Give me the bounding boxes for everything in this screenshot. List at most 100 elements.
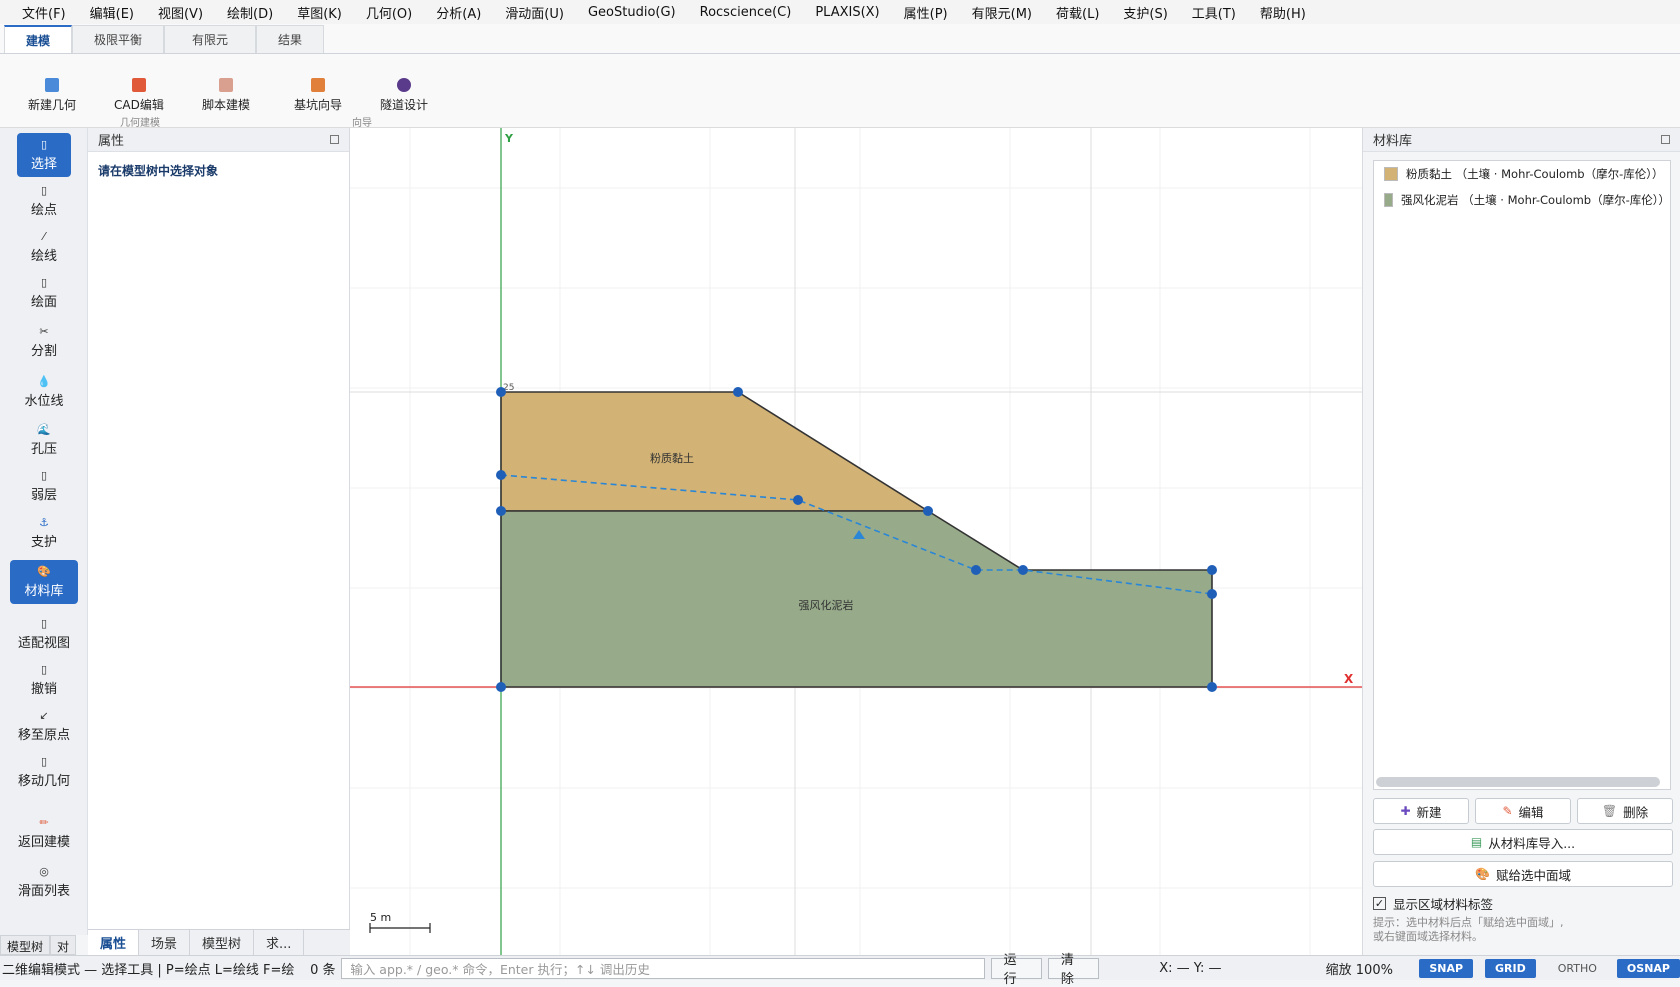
vertex[interactable] bbox=[793, 495, 803, 505]
tool-support[interactable]: ⚓ 支护 bbox=[8, 511, 80, 555]
tool-draw-point-label: 绘点 bbox=[30, 203, 57, 218]
tab-modeling[interactable]: 建模 bbox=[4, 25, 72, 53]
menu-tools[interactable]: 工具(T) bbox=[1180, 3, 1248, 22]
vertex[interactable] bbox=[1018, 565, 1028, 575]
new-geometry-button[interactable]: 新建几何 bbox=[28, 78, 76, 113]
tab-left-extra[interactable]: 对 bbox=[50, 935, 77, 955]
material-tip: 提示：选中材料后点「赋给选中面域」, 或右键面域选择材料。 bbox=[1373, 916, 1673, 944]
menu-rocscience[interactable]: Rocscience(C) bbox=[688, 5, 804, 20]
menu-loads[interactable]: 荷载(L) bbox=[1044, 3, 1111, 22]
tool-water-line[interactable]: 💧 水位线 bbox=[8, 370, 80, 414]
excavation-wizard-button[interactable]: 基坑向导 bbox=[294, 78, 342, 113]
tool-fit-view-label: 适配视图 bbox=[17, 636, 70, 651]
tool-move-to-origin[interactable]: ↙ 移至原点 bbox=[8, 704, 80, 748]
tool-return-modeling[interactable]: ✏ 返回建模 bbox=[8, 811, 80, 855]
pencil-icon: ✏ bbox=[39, 816, 49, 829]
drawing-canvas[interactable]: Y X 25 粉质黏土 强风化泥岩 5 m bbox=[350, 128, 1362, 955]
assign-material-button[interactable]: 🎨 赋给选中面域 bbox=[1373, 861, 1673, 887]
tool-pore-pressure-label: 孔压 bbox=[30, 442, 57, 457]
command-input[interactable]: 输入 app.* / geo.* 命令，Enter 执行；↑↓ 调出历史 bbox=[341, 957, 985, 979]
y-axis-label: Y bbox=[504, 132, 514, 145]
material-library-title: 材料库 bbox=[1373, 134, 1413, 149]
vertex[interactable] bbox=[496, 387, 506, 397]
tool-undo-label: 撤销 bbox=[30, 682, 57, 697]
cad-edit-button[interactable]: CAD编辑 bbox=[114, 78, 164, 113]
tab-finite-element[interactable]: 有限元 bbox=[164, 25, 256, 53]
material-list: 粉质黏土 （土壤 · Mohr-Coulomb（摩尔-库伦）） 强风化泥岩 （土… bbox=[1373, 160, 1671, 790]
tool-draw-point[interactable]: ▯ 绘点 bbox=[8, 179, 80, 223]
menu-sketch[interactable]: 草图(K) bbox=[285, 3, 354, 22]
run-button[interactable]: 运行 bbox=[990, 953, 1042, 987]
vertex[interactable] bbox=[971, 565, 981, 575]
tab-model-tree[interactable]: 模型树 bbox=[190, 930, 255, 955]
horizontal-scrollbar[interactable] bbox=[1376, 777, 1660, 787]
canvas-svg[interactable]: Y X 25 粉质黏土 强风化泥岩 5 m bbox=[350, 128, 1362, 955]
vertex[interactable] bbox=[1207, 565, 1217, 575]
menu-draw[interactable]: 绘制(D) bbox=[215, 3, 285, 22]
menu-slip-surface[interactable]: 滑动面(U) bbox=[493, 3, 576, 22]
osnap-toggle[interactable]: OSNAP bbox=[1616, 958, 1680, 978]
snap-toggle[interactable]: SNAP bbox=[1419, 958, 1474, 978]
vertex[interactable] bbox=[923, 506, 933, 516]
grid-toggle[interactable]: GRID bbox=[1485, 958, 1536, 978]
tool-material-library[interactable]: 🎨 材料库 bbox=[10, 560, 78, 604]
show-material-labels-checkbox[interactable]: ✓ 显示区域材料标签 bbox=[1373, 894, 1493, 913]
menu-geostudio[interactable]: GeoStudio(G) bbox=[576, 5, 688, 20]
mode-indicator: 二维编辑模式 — 选择工具 | P=绘点 L=绘线 F=绘 bbox=[2, 962, 295, 978]
material-library-panel: 材料库 粉质黏土 （土壤 · Mohr-Coulomb（摩尔-库伦）） 强风化泥… bbox=[1362, 128, 1680, 955]
tool-select[interactable]: ▯ 选择 bbox=[17, 133, 71, 177]
delete-material-label: 删除 bbox=[1623, 804, 1649, 820]
vertex[interactable] bbox=[496, 470, 506, 480]
tool-draw-face[interactable]: ▯ 绘面 bbox=[8, 271, 80, 315]
tool-move-geometry[interactable]: ▯ 移动几何 bbox=[8, 750, 80, 794]
menu-file[interactable]: 文件(F) bbox=[10, 3, 78, 22]
checkbox-checked[interactable]: ✓ bbox=[1373, 897, 1386, 910]
vertex[interactable] bbox=[1207, 682, 1217, 692]
menu-support[interactable]: 支护(S) bbox=[1111, 3, 1179, 22]
menu-plaxis[interactable]: PLAXIS(X) bbox=[803, 5, 891, 20]
tool-move-to-origin-label: 移至原点 bbox=[17, 728, 70, 743]
clear-button[interactable]: 清除 bbox=[1047, 953, 1100, 987]
menu-view[interactable]: 视图(V) bbox=[146, 3, 215, 22]
menu-fem[interactable]: 有限元(M) bbox=[960, 3, 1044, 22]
menu-geometry[interactable]: 几何(O) bbox=[354, 3, 424, 22]
material-tip-line1: 提示：选中材料后点「赋给选中面域」, bbox=[1373, 916, 1564, 929]
tool-split[interactable]: ✂ 分割 bbox=[8, 320, 80, 364]
tool-slip-list[interactable]: ◎ 滑面列表 bbox=[8, 860, 80, 904]
vertex[interactable] bbox=[733, 387, 743, 397]
tab-results[interactable]: 结果 bbox=[256, 25, 324, 53]
vertex[interactable] bbox=[1207, 589, 1217, 599]
tool-pore-pressure[interactable]: 🌊 孔压 bbox=[8, 418, 80, 462]
new-material-button[interactable]: ✚ 新建 bbox=[1373, 798, 1469, 824]
delete-material-button[interactable]: 🗑 删除 bbox=[1577, 798, 1673, 824]
menu-edit[interactable]: 编辑(E) bbox=[78, 3, 146, 22]
menu-help[interactable]: 帮助(H) bbox=[1248, 3, 1318, 22]
ortho-toggle[interactable]: ORTHO bbox=[1548, 959, 1607, 978]
tab-model-tree-left[interactable]: 模型树 bbox=[0, 935, 51, 955]
import-material-button[interactable]: ▤ 从材料库导入... bbox=[1373, 829, 1673, 855]
status-bar: 二维编辑模式 — 选择工具 | P=绘点 L=绘线 F=绘 0 条 输入 app… bbox=[0, 953, 1680, 987]
tool-fit-view[interactable]: ▯ 适配视图 bbox=[8, 612, 80, 656]
line-icon: ⁄ bbox=[43, 230, 45, 243]
vertex[interactable] bbox=[496, 506, 506, 516]
tool-weak-layer[interactable]: ▯ 弱层 bbox=[8, 464, 80, 508]
properties-tabs: 属性 场景 模型树 求... bbox=[88, 929, 350, 955]
tab-scene[interactable]: 场景 bbox=[139, 930, 191, 955]
tool-draw-line[interactable]: ⁄ 绘线 bbox=[8, 225, 80, 269]
tab-properties[interactable]: 属性 bbox=[88, 930, 140, 955]
material-item-rock[interactable]: 强风化泥岩 （土壤 · Mohr-Coulomb（摩尔-库伦）） bbox=[1374, 187, 1670, 213]
layer-icon: ▯ bbox=[40, 469, 48, 482]
script-model-button[interactable]: 脚本建模 bbox=[202, 78, 250, 113]
tool-undo[interactable]: ▯ 撤销 bbox=[8, 658, 80, 702]
menu-properties[interactable]: 属性(P) bbox=[892, 3, 960, 22]
tunnel-icon bbox=[397, 78, 411, 92]
tab-solve[interactable]: 求... bbox=[254, 930, 305, 955]
float-panel-icon[interactable] bbox=[1661, 135, 1670, 144]
menu-analysis[interactable]: 分析(A) bbox=[424, 3, 493, 22]
tunnel-design-button[interactable]: 隧道设计 bbox=[380, 78, 428, 113]
vertex[interactable] bbox=[496, 682, 506, 692]
edit-material-button[interactable]: ✎ 编辑 bbox=[1475, 798, 1571, 824]
material-item-clay[interactable]: 粉质黏土 （土壤 · Mohr-Coulomb（摩尔-库伦）） bbox=[1374, 161, 1670, 187]
float-panel-icon[interactable] bbox=[330, 135, 339, 144]
tab-limit-equilibrium[interactable]: 极限平衡 bbox=[72, 25, 164, 53]
